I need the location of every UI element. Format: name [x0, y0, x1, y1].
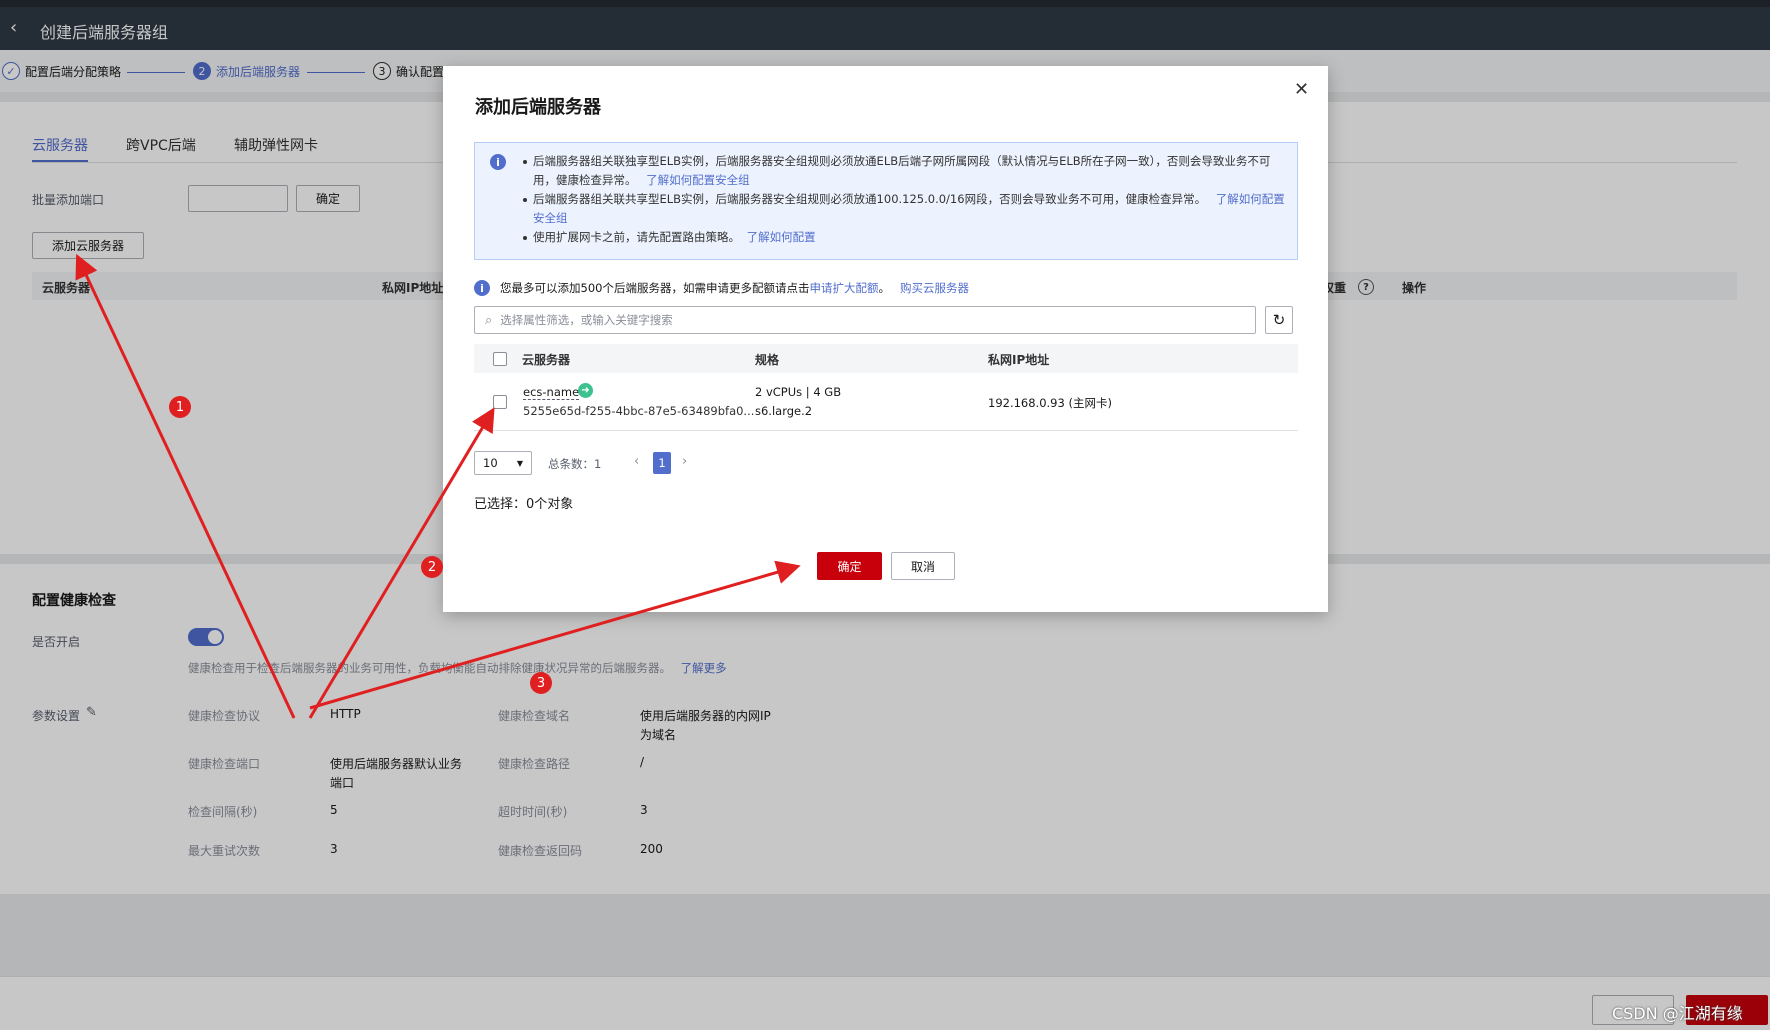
annotation-badge-1: 1: [169, 396, 191, 418]
arrow-1: [75, 253, 296, 719]
annotation-arrows: [75, 253, 801, 719]
arrow-2: [308, 407, 495, 719]
annotation-badge-2: 2: [421, 556, 443, 578]
annotation-badge-3: 3: [530, 672, 552, 694]
watermark: CSDN @江湖有缘: [1612, 1004, 1743, 1023]
